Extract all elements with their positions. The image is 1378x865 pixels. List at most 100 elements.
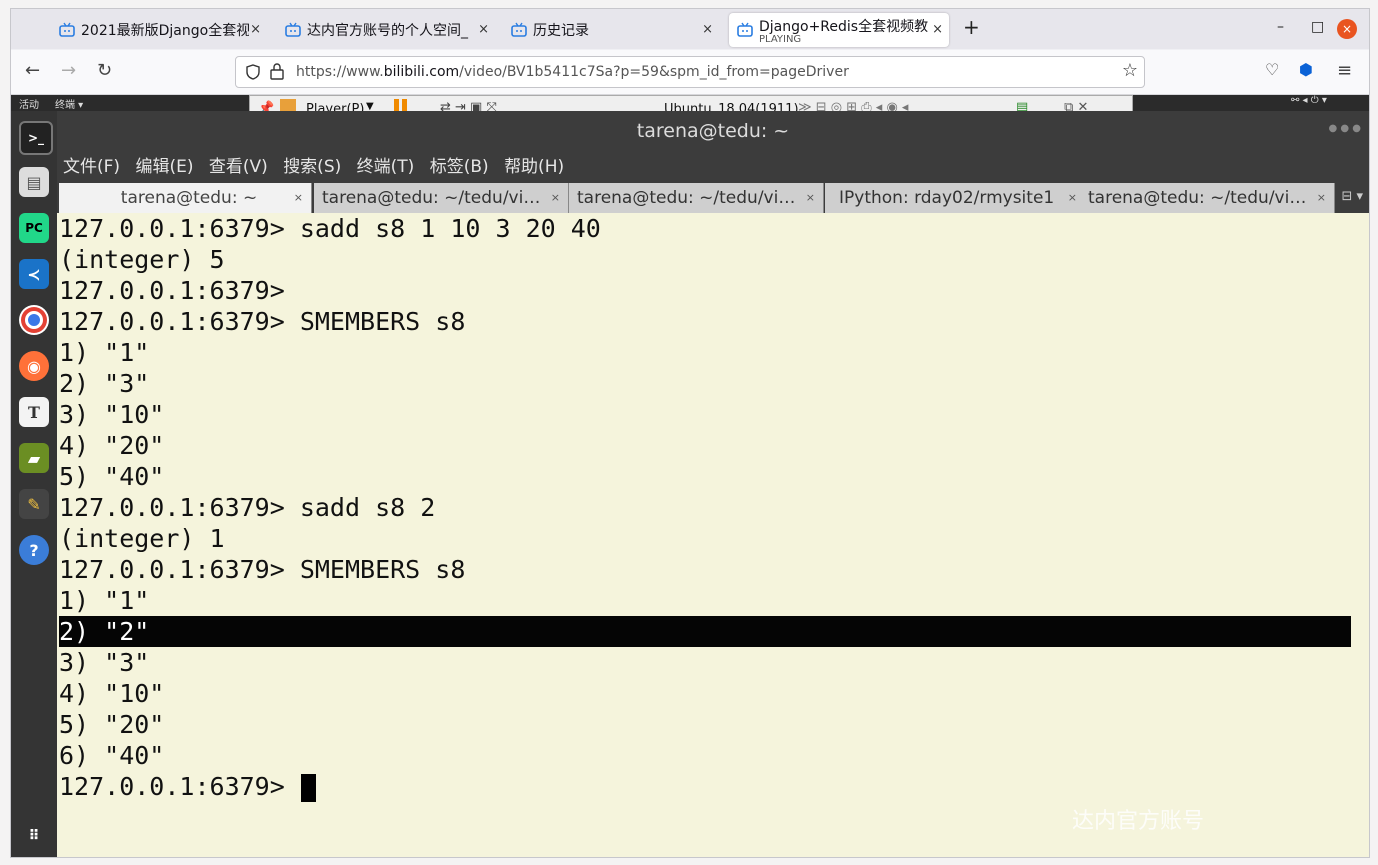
tab-label: 2021最新版Django全套视 xyxy=(81,23,249,39)
close-icon[interactable]: × xyxy=(1317,183,1326,213)
vscode-icon[interactable]: ≺ xyxy=(19,259,49,289)
terminal-output[interactable]: 达内官方账号 127.0.0.1:6379> sadd s8 1 10 3 20… xyxy=(57,213,1369,857)
terminal-line: 1) "1" xyxy=(59,586,150,615)
terminal-tab-label: tarena@tedu: ~/tedu/vi… xyxy=(322,188,541,208)
terminal-line: 3) "3" xyxy=(59,648,150,677)
terminal-line: (integer) 1 xyxy=(59,524,225,553)
show-apps-icon[interactable]: ⠿ xyxy=(19,821,49,851)
browser-tab-active[interactable]: Django+Redis全套视频教 PLAYING × xyxy=(729,13,949,47)
system-tray-icons[interactable]: ⚯ ◂ ⏻ ▾ xyxy=(1291,95,1327,106)
terminal-tab-2[interactable]: tarena@tedu: ~/tedu/vi… × xyxy=(314,183,569,213)
tab-label: Django+Redis全套视频教 xyxy=(759,18,929,35)
terminal-title: tarena@tedu: ~ xyxy=(57,111,1369,151)
back-icon[interactable]: ← xyxy=(25,60,40,81)
close-icon[interactable]: × xyxy=(294,183,303,213)
tab-label: 达内官方账号的个人空间_ xyxy=(307,23,468,39)
terminal-tab-label: tarena@tedu: ~/tedu/vi… xyxy=(577,188,796,208)
menu-help[interactable]: 帮助(H) xyxy=(504,157,564,177)
terminal-line: (integer) 5 xyxy=(59,245,225,274)
menu-view[interactable]: 查看(V) xyxy=(209,157,268,177)
forward-icon[interactable]: → xyxy=(61,60,76,81)
close-window-button[interactable]: × xyxy=(1337,19,1357,39)
bilibili-icon xyxy=(737,22,753,37)
menu-edit[interactable]: 编辑(E) xyxy=(135,157,193,177)
lock-icon[interactable] xyxy=(270,63,284,80)
book-icon[interactable]: ▰ xyxy=(19,443,49,473)
browser-tab-2[interactable]: 达内官方账号的个人空间_ × xyxy=(285,13,495,47)
terminal-window: tarena@tedu: ~ ● ● ● 文件(F) 编辑(E) 查看(V) 搜… xyxy=(57,111,1369,857)
prompt-line: 127.0.0.1:6379> xyxy=(59,772,300,801)
terminal-tab-1[interactable]: tarena@tedu: ~ × xyxy=(59,183,312,213)
firefox-icon[interactable]: ◉ xyxy=(19,351,49,381)
terminal-tab-5[interactable]: tarena@tedu: ~/tedu/vi… × xyxy=(1080,183,1335,213)
url-bar[interactable]: https://www.bilibili.com/video/BV1b5411c… xyxy=(235,56,1145,88)
extension-icon[interactable]: ⬢ xyxy=(1299,60,1313,79)
terminal-line: 5) "20" xyxy=(59,710,165,739)
browser-tabstrip: 2021最新版Django全套视 × 达内官方账号的个人空间_ × 历史记录 ×… xyxy=(11,9,1369,49)
terminal-line: 5) "40" xyxy=(59,462,165,491)
close-icon[interactable]: × xyxy=(250,22,261,37)
close-icon[interactable]: × xyxy=(551,183,560,213)
terminal-line: 127.0.0.1:6379> sadd s8 2 xyxy=(59,493,436,522)
terminal-line: 4) "20" xyxy=(59,431,165,460)
reload-icon[interactable]: ↻ xyxy=(97,60,112,81)
terminal-icon[interactable]: >_ xyxy=(19,121,53,155)
inkscape-icon[interactable]: ✎ xyxy=(19,489,49,519)
terminal-line: 4) "10" xyxy=(59,679,165,708)
browser-tab-history[interactable]: 历史记录 × xyxy=(511,13,719,47)
cursor-block xyxy=(301,774,316,802)
text-cursor xyxy=(297,771,316,802)
ubuntu-dock: >_ ▤ PC ≺ ◉ T ▰ ✎ ? ⠿ xyxy=(11,111,57,857)
close-icon[interactable]: × xyxy=(806,183,815,213)
menu-terminal[interactable]: 终端(T) xyxy=(357,157,415,177)
close-icon[interactable]: × xyxy=(702,22,713,37)
watermark-text: 达内官方账号 xyxy=(1072,809,1205,834)
terminal-tabs: tarena@tedu: ~ × tarena@tedu: ~/tedu/vi… ×… xyxy=(57,183,1369,213)
terminal-window-controls[interactable]: ● ● ● xyxy=(1328,123,1361,134)
close-icon[interactable]: × xyxy=(932,22,943,37)
terminal-line: 2) "3" xyxy=(59,369,150,398)
terminal-line: 127.0.0.1:6379> SMEMBERS s8 xyxy=(59,307,466,336)
navigation-bar: ← → ↻ https://www.bilibili.com/video/BV1… xyxy=(11,50,1369,95)
browser-tab-1[interactable]: 2021最新版Django全套视 × xyxy=(59,13,267,47)
maximize-button[interactable]: □ xyxy=(1311,19,1324,35)
minimize-button[interactable]: – xyxy=(1277,19,1284,35)
url-domain: bilibili.com xyxy=(383,64,460,80)
menu-file[interactable]: 文件(F) xyxy=(63,157,120,177)
url-text[interactable]: https://www.bilibili.com/video/BV1b5411c… xyxy=(296,64,849,80)
menu-tabs[interactable]: 标签(B) xyxy=(430,157,489,177)
close-icon[interactable]: × xyxy=(1068,183,1077,213)
terminal-tab-label: tarena@tedu: ~ xyxy=(120,188,258,208)
files-icon[interactable]: ▤ xyxy=(19,167,49,197)
bilibili-icon xyxy=(59,22,75,37)
url-path: /video/BV1b5411c7Sa?p=59&spm_id_from=pag… xyxy=(459,64,849,80)
terminal-tab-4[interactable]: IPython: rday02/rmysite1 × xyxy=(825,183,1086,213)
app-menu[interactable]: 终端 ▾ xyxy=(55,96,83,111)
terminal-line: 3) "10" xyxy=(59,400,165,429)
menu-icon[interactable]: ≡ xyxy=(1337,60,1352,81)
terminal-line: 6) "40" xyxy=(59,741,165,770)
terminal-line: 127.0.0.1:6379> sadd s8 1 10 3 20 40 xyxy=(59,214,601,243)
menu-search[interactable]: 搜索(S) xyxy=(283,157,341,177)
tab-label: 历史记录 xyxy=(533,23,589,39)
pocket-icon[interactable]: ♡ xyxy=(1265,60,1279,79)
chrome-icon[interactable] xyxy=(19,305,49,335)
bookmark-star-icon[interactable]: ☆ xyxy=(1122,60,1138,81)
url-scheme: https://www. xyxy=(296,64,384,80)
terminal-tab-label: tarena@tedu: ~/tedu/vi… xyxy=(1088,188,1307,208)
terminal-line: 127.0.0.1:6379> SMEMBERS s8 xyxy=(59,555,466,584)
close-icon[interactable]: × xyxy=(478,22,489,37)
bilibili-icon xyxy=(511,22,527,37)
terminal-menubar: 文件(F) 编辑(E) 查看(V) 搜索(S) 终端(T) 标签(B) 帮助(H… xyxy=(57,151,1369,183)
terminal-line: 1) "1" xyxy=(59,338,150,367)
activities-button[interactable]: 活动 xyxy=(19,96,39,111)
terminal-tab-3[interactable]: tarena@tedu: ~/tedu/vi… × xyxy=(569,183,824,213)
terminal-line: 2) "2" xyxy=(59,616,1351,647)
terminal-tab-label: IPython: rday02/rmysite1 xyxy=(839,188,1055,208)
text-editor-icon[interactable]: T xyxy=(19,397,49,427)
shield-icon[interactable] xyxy=(246,64,260,80)
tab-menu-icon[interactable]: ⊟ ▾ xyxy=(1341,189,1363,204)
help-icon[interactable]: ? xyxy=(19,535,49,565)
new-tab-button[interactable]: + xyxy=(963,15,980,39)
pycharm-icon[interactable]: PC xyxy=(19,213,49,243)
